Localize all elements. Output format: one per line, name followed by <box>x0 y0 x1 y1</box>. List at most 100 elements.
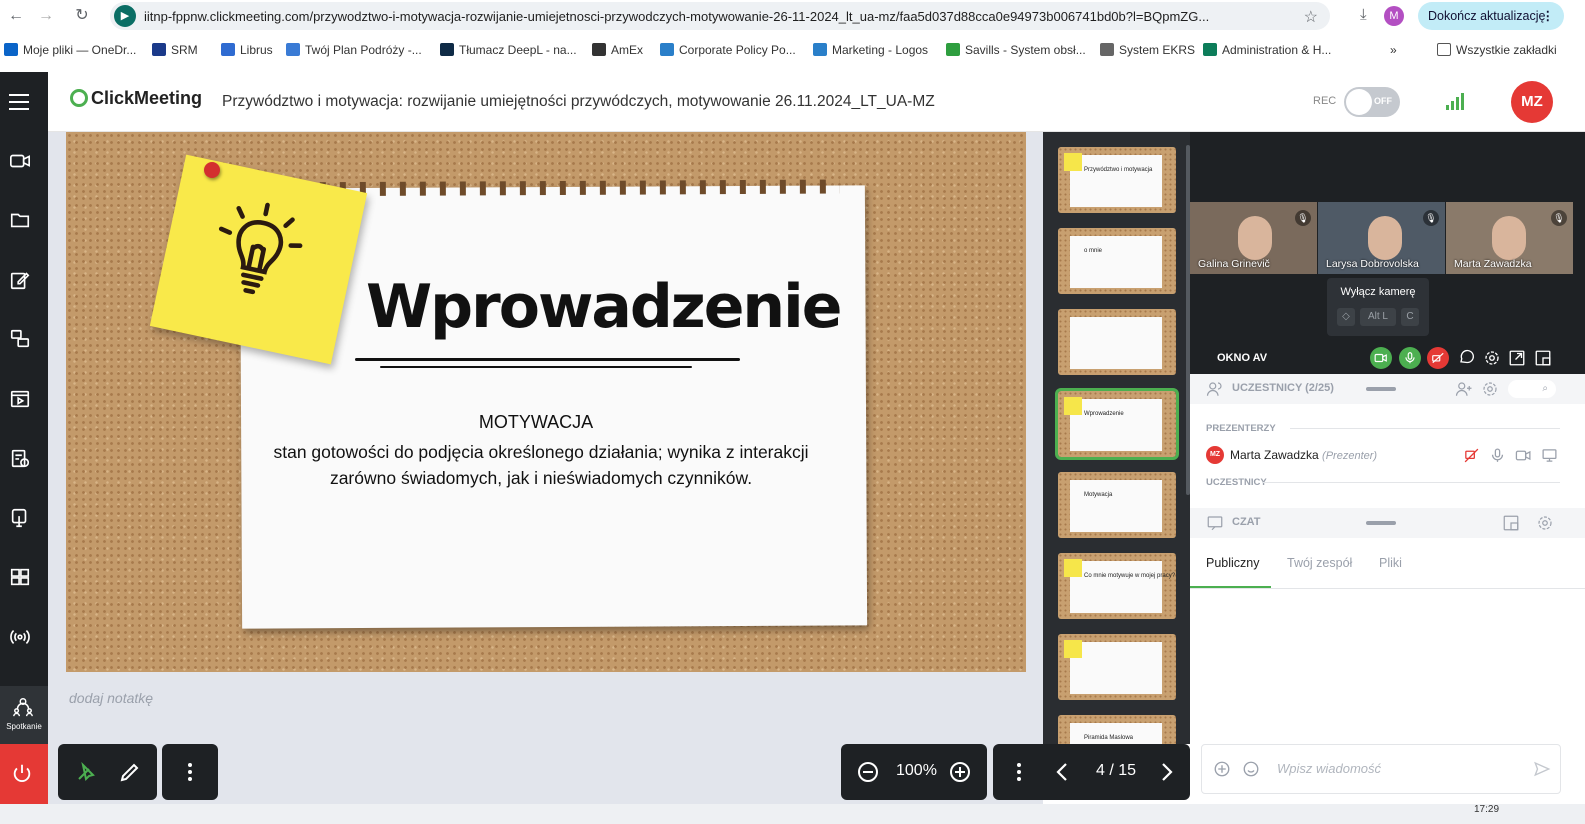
add-attachment-icon[interactable] <box>1213 760 1231 778</box>
slide-thumbnail[interactable]: Piramida Maslowa <box>1058 715 1176 744</box>
slide-thumbnail[interactable]: Przywództwo i motywacja <box>1058 147 1176 213</box>
chat-settings-icon[interactable] <box>1536 514 1554 532</box>
profile-avatar[interactable]: M <box>1384 6 1404 26</box>
participant-row[interactable]: MZ Marta Zawadzka (Prezenter) <box>1190 443 1585 469</box>
bookmark-favicon-icon <box>660 43 674 56</box>
slide-thumbnail[interactable] <box>1058 634 1176 700</box>
bookmark-label: System EKRS <box>1119 43 1196 57</box>
chat-bubble-icon[interactable] <box>1458 349 1476 367</box>
forward-icon[interactable]: → <box>36 6 56 26</box>
site-info-icon[interactable]: ▶ <box>114 5 136 27</box>
video-file-icon[interactable] <box>9 388 31 410</box>
layout-icon[interactable] <box>1534 349 1552 367</box>
power-icon <box>13 764 31 782</box>
slide-title: Wprowadzenie <box>366 272 842 342</box>
screen-share-icon[interactable] <box>9 328 31 350</box>
participant-screen-icon[interactable] <box>1541 447 1558 464</box>
bookmark-item[interactable]: Savills - System obsł... <box>946 43 1086 57</box>
next-page-icon[interactable] <box>1154 760 1178 784</box>
add-participant-icon[interactable] <box>1455 380 1473 398</box>
popout-icon[interactable] <box>1508 349 1526 367</box>
url-text[interactable]: iitnp-fppnw.clickmeeting.com/przywodztwo… <box>144 9 1274 24</box>
bookmark-label: Marketing - Logos <box>832 43 929 57</box>
speaker-off-button[interactable] <box>1427 347 1449 369</box>
av-settings-icon[interactable] <box>1483 349 1501 367</box>
bookmark-item[interactable]: Twój Plan Podróży -... <box>286 43 422 57</box>
bookmark-item[interactable]: System EKRS <box>1100 43 1195 57</box>
chat-drag-handle[interactable] <box>1366 521 1396 525</box>
participants-header[interactable]: UCZESTNICY (2/25) ⌕ <box>1190 374 1585 404</box>
zoom-in-icon[interactable] <box>948 760 972 784</box>
browser-toolbar: ← → ↻ ▶ iitnp-fppnw.clickmeeting.com/prz… <box>0 0 1585 33</box>
participant-camera-icon[interactable] <box>1515 447 1532 464</box>
slide-thumbnail[interactable]: o mnie <box>1058 228 1176 294</box>
user-avatar[interactable]: MZ <box>1511 81 1553 123</box>
send-icon[interactable] <box>1533 760 1551 778</box>
slide-thumbnail[interactable] <box>1058 309 1176 375</box>
previous-page-icon[interactable] <box>1051 760 1075 784</box>
rec-toggle[interactable]: OFF <box>1344 87 1400 117</box>
camera-icon[interactable] <box>9 150 31 172</box>
chat-popout-icon[interactable] <box>1502 514 1520 532</box>
page-options-icon[interactable] <box>1007 760 1031 784</box>
bookmark-item[interactable]: Moje pliki — OneDr... <box>4 43 136 57</box>
thumbnail-paper <box>1070 561 1162 613</box>
tab-files[interactable]: Pliki <box>1379 556 1402 570</box>
camera-toggle-button[interactable] <box>1370 347 1392 369</box>
zoom-out-icon[interactable] <box>856 760 880 784</box>
apps-grid-icon[interactable] <box>9 566 31 588</box>
microphone-toggle-button[interactable] <box>1399 347 1421 369</box>
participant-video-tile[interactable]: 🎙 Larysa Dobrovolska <box>1318 202 1445 274</box>
back-icon[interactable]: ← <box>6 6 26 26</box>
bookmark-item[interactable]: Administration & H... <box>1203 43 1331 57</box>
survey-icon[interactable] <box>9 447 31 469</box>
participant-video-tile[interactable]: 🎙 Marta Zawadzka <box>1446 202 1573 274</box>
participants-settings-icon[interactable] <box>1481 380 1499 398</box>
bookmark-item[interactable]: Tłumacz DeepL - na... <box>440 43 577 57</box>
thumbnail-sticky <box>1064 640 1082 658</box>
browser-menu-icon[interactable]: ⋮ <box>1542 2 1555 30</box>
bookmark-star-icon[interactable]: ☆ <box>1304 7 1318 27</box>
slide-thumbnail[interactable]: Co mnie motywuje w mojej pracy? <box>1058 553 1176 619</box>
add-note-input[interactable]: dodaj notatkę <box>69 690 153 706</box>
chat-header[interactable]: CZAT <box>1190 508 1585 538</box>
tab-your-team[interactable]: Twój zespół <box>1287 556 1352 570</box>
lightbulb-icon <box>218 202 303 295</box>
whiteboard-icon[interactable] <box>9 507 31 529</box>
slide-thumbnail[interactable]: Wprowadzenie <box>1055 388 1179 460</box>
bookmarks-overflow-icon[interactable]: » <box>1390 43 1397 57</box>
meeting-tab[interactable]: Spotkanie <box>0 686 48 744</box>
all-bookmarks-link[interactable]: Wszystkie zakładki <box>1437 43 1557 57</box>
more-vertical-icon[interactable] <box>178 760 202 784</box>
download-icon[interactable]: ⤓ <box>1360 6 1367 23</box>
participants-search-icon[interactable]: ⌕ <box>1508 380 1556 398</box>
chat-message-input[interactable]: Wpisz wiadomość <box>1201 744 1561 794</box>
tab-public[interactable]: Publiczny <box>1206 556 1260 570</box>
slide-thumbnail[interactable]: Motywacja <box>1058 472 1176 538</box>
bookmark-item[interactable]: Librus <box>221 43 273 57</box>
bookmark-label: Administration & H... <box>1222 43 1332 57</box>
edit-note-icon[interactable] <box>9 269 31 291</box>
participant-video-tile[interactable]: 🎙 Galina Grinevič <box>1190 202 1317 274</box>
hamburger-menu-icon[interactable] <box>0 72 48 132</box>
leave-meeting-button[interactable] <box>0 744 48 804</box>
reload-icon[interactable]: ↻ <box>72 6 92 26</box>
broadcast-icon[interactable] <box>9 626 31 648</box>
update-browser-button[interactable]: Dokończ aktualizację ⋮ <box>1418 2 1564 30</box>
bookmark-item[interactable]: Corporate Policy Po... <box>660 43 796 57</box>
emoji-icon[interactable] <box>1242 760 1260 778</box>
folder-icon[interactable] <box>9 209 31 231</box>
more-tools <box>162 744 218 800</box>
pencil-icon[interactable] <box>118 760 142 784</box>
rec-toggle-knob <box>1346 89 1372 115</box>
speaker-muted-icon[interactable] <box>1463 447 1480 464</box>
muted-mic-icon: 🎙 <box>1295 210 1311 226</box>
participants-drag-handle[interactable] <box>1366 387 1396 391</box>
participant-mic-icon[interactable] <box>1489 447 1506 464</box>
bookmark-label: Librus <box>240 43 273 57</box>
bookmark-item[interactable]: AmEx <box>592 43 643 57</box>
bookmark-item[interactable]: Marketing - Logos <box>813 43 928 57</box>
laser-pointer-icon[interactable] <box>74 760 98 784</box>
bookmark-item[interactable]: SRM <box>152 43 198 57</box>
address-bar[interactable]: ▶ iitnp-fppnw.clickmeeting.com/przywodzt… <box>110 2 1330 30</box>
